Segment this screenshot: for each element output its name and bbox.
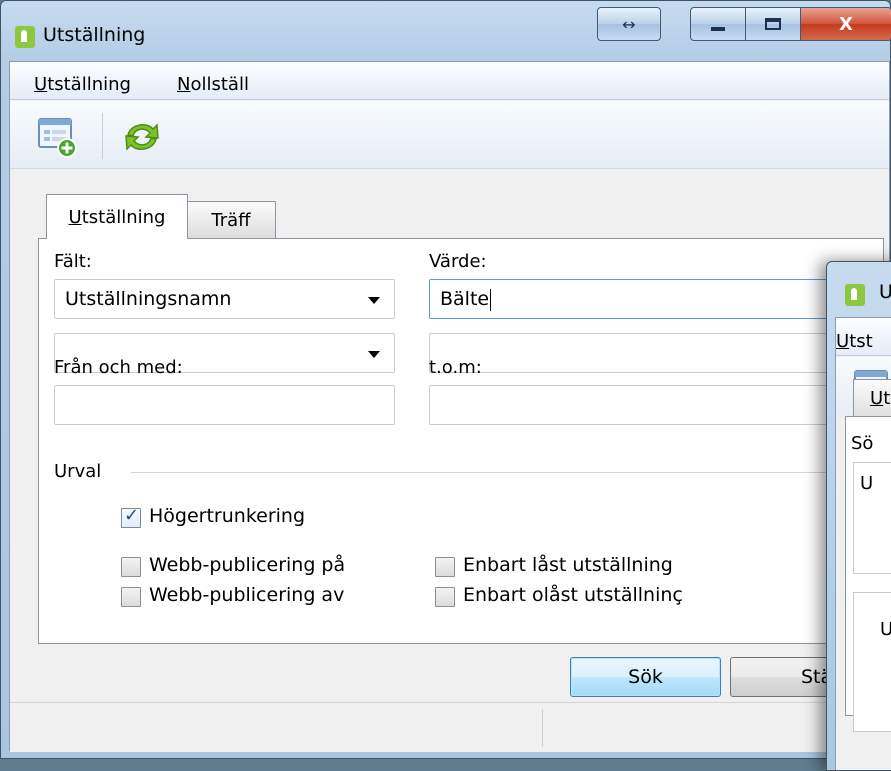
menu-nollstall-label: ollställ — [190, 74, 249, 95]
maximize-icon — [765, 18, 781, 30]
second-window-grid-item[interactable]: U — [880, 619, 891, 640]
value2-input[interactable] — [429, 333, 889, 373]
from-input[interactable] — [54, 385, 395, 425]
title-bar[interactable]: Utställning ↔ X — [1, 1, 891, 59]
new-record-button[interactable] — [36, 115, 80, 159]
close-icon: X — [839, 13, 853, 35]
second-window-list[interactable]: U — [853, 462, 891, 574]
resize-horizontal-icon: ↔ — [622, 14, 636, 34]
value-input-text: Bälte — [440, 288, 492, 311]
close-window-button[interactable]: X — [800, 7, 891, 41]
refresh-icon — [125, 123, 159, 151]
refresh-button[interactable] — [120, 115, 164, 159]
second-window[interactable]: U Utst Ut Sö U U — [826, 261, 891, 771]
second-window-menu-bar: Utst — [836, 318, 891, 356]
web-publish-on-label: Webb-publicering på — [149, 554, 346, 576]
second-window-title: U — [879, 281, 891, 303]
menu-utstallning[interactable]: Utställning — [34, 74, 131, 95]
text-caret — [490, 288, 492, 311]
right-truncation-checkbox[interactable]: ✓ — [121, 505, 141, 528]
second-window-menu-item[interactable]: Utst — [836, 331, 873, 352]
status-bar-separator — [542, 709, 543, 747]
second-window-menu-mnemonic: U — [836, 331, 850, 352]
move-button[interactable]: ↔ — [597, 7, 661, 41]
second-window-list-item[interactable]: U — [860, 473, 873, 494]
to-label: t.o.m: — [429, 357, 482, 378]
value-label: Värde: — [429, 251, 487, 272]
only-locked-label: Enbart låst utställning — [463, 554, 673, 576]
only-locked-checkbox[interactable] — [435, 557, 455, 577]
only-unlocked-checkbox[interactable] — [435, 587, 455, 607]
second-window-tab[interactable]: Ut — [853, 379, 891, 417]
web-publish-off-checkbox[interactable] — [121, 587, 141, 607]
chevron-down-icon — [368, 351, 380, 358]
toolbar-separator — [102, 113, 103, 159]
search-button[interactable]: Sök — [570, 657, 721, 697]
second-window-tab-mnemonic: U — [870, 388, 884, 409]
menu-nollstall[interactable]: Nollställ — [177, 74, 249, 95]
new-record-icon — [38, 118, 77, 158]
window-title: Utställning — [43, 24, 146, 46]
tab-utstallning-label: tställning — [81, 206, 166, 228]
tab-traff[interactable]: Träff — [186, 201, 276, 239]
from-label: Från och med: — [54, 357, 183, 378]
selection-group-label: Urval — [54, 461, 102, 482]
main-window: Utställning ↔ X Utställning Nollställ U … — [0, 0, 891, 759]
selection-group-divider — [131, 472, 885, 473]
minimize-button[interactable] — [690, 7, 746, 41]
window-client-area: Utställning Nollställ U tställning Träff… — [9, 61, 890, 752]
second-window-grid[interactable]: U — [853, 592, 891, 732]
second-window-menu-label: tst — [849, 331, 873, 352]
chevron-down-icon — [368, 297, 380, 304]
second-window-tab-label: t — [883, 388, 891, 409]
tab-utstallning[interactable]: Utställning — [46, 194, 188, 239]
app-icon — [15, 26, 35, 48]
value-input[interactable]: Bälte — [429, 279, 889, 319]
value-input-content: Bälte — [440, 288, 490, 310]
web-publish-on-checkbox[interactable] — [121, 557, 141, 577]
field-label: Fält: — [54, 251, 92, 272]
web-publish-off-label: Webb-publicering av — [149, 584, 345, 606]
checkmark-icon: ✓ — [124, 505, 140, 526]
menu-utstallning-label: tställning — [47, 74, 131, 95]
status-bar — [10, 702, 889, 752]
menu-bar: Utställning Nollställ — [10, 62, 889, 100]
second-window-label: Sö — [851, 433, 874, 454]
menu-nollstall-mnemonic: N — [177, 74, 191, 95]
tab-utstallning-mnemonic: U — [68, 206, 82, 228]
toolbar — [10, 101, 889, 169]
search-panel: Fält: Utställningsnamn Värde: Bälte Från… — [38, 238, 889, 644]
right-truncation-label: Högertrunkering — [149, 505, 306, 527]
menu-utstallning-mnemonic: U — [34, 74, 48, 95]
minimize-icon — [711, 27, 725, 31]
to-input[interactable] — [429, 385, 889, 425]
app-icon — [845, 284, 865, 306]
only-unlocked-label: Enbart olåst utställninç — [463, 584, 683, 606]
maximize-button[interactable] — [745, 7, 801, 41]
field-select-value: Utställningsnamn — [65, 288, 232, 310]
field-select[interactable]: Utställningsnamn — [54, 279, 395, 319]
